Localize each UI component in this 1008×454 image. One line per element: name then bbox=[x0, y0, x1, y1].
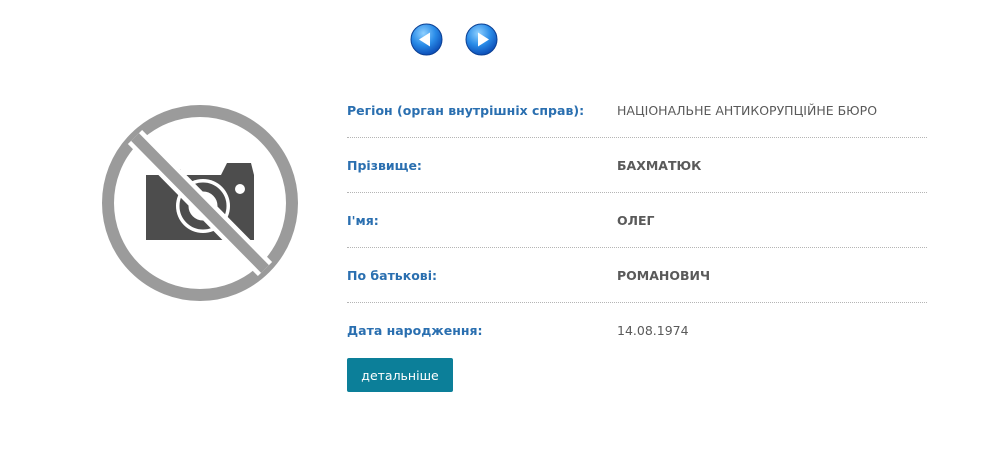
person-photo bbox=[99, 103, 301, 303]
arrow-left-circle-icon bbox=[410, 23, 443, 56]
details-button[interactable]: детальніше bbox=[347, 358, 453, 392]
info-row-birth-date: Дата народження: 14.08.1974 bbox=[347, 303, 927, 358]
birth-date-label: Дата народження: bbox=[347, 323, 483, 338]
person-card-page: Регіон (орган внутрішніх справ): НАЦІОНА… bbox=[0, 0, 1008, 454]
arrow-right-circle-icon bbox=[465, 23, 498, 56]
patronymic-value: РОМАНОВИЧ bbox=[617, 267, 711, 283]
info-row-first-name: І'мя: ОЛЕГ bbox=[347, 193, 927, 248]
patronymic-label: По батькові: bbox=[347, 267, 437, 283]
birth-date-value: 14.08.1974 bbox=[617, 323, 689, 338]
surname-value: БАХМАТЮК bbox=[617, 157, 702, 173]
surname-label: Прізвище: bbox=[347, 157, 422, 173]
info-row-surname: Прізвище: БАХМАТЮК bbox=[347, 138, 927, 193]
first-name-label: І'мя: bbox=[347, 212, 379, 228]
person-info-table: Регіон (орган внутрішніх справ): НАЦІОНА… bbox=[347, 83, 927, 358]
first-name-value: ОЛЕГ bbox=[617, 212, 655, 228]
no-photo-camera-icon bbox=[102, 105, 298, 301]
next-button[interactable] bbox=[465, 23, 498, 56]
region-label: Регіон (орган внутрішніх справ): bbox=[347, 102, 585, 118]
info-row-patronymic: По батькові: РОМАНОВИЧ bbox=[347, 248, 927, 303]
previous-button[interactable] bbox=[410, 23, 443, 56]
region-value: НАЦІОНАЛЬНЕ АНТИКОРУПЦІЙНЕ БЮРО bbox=[617, 102, 878, 118]
info-row-region: Регіон (орган внутрішніх справ): НАЦІОНА… bbox=[347, 83, 927, 138]
